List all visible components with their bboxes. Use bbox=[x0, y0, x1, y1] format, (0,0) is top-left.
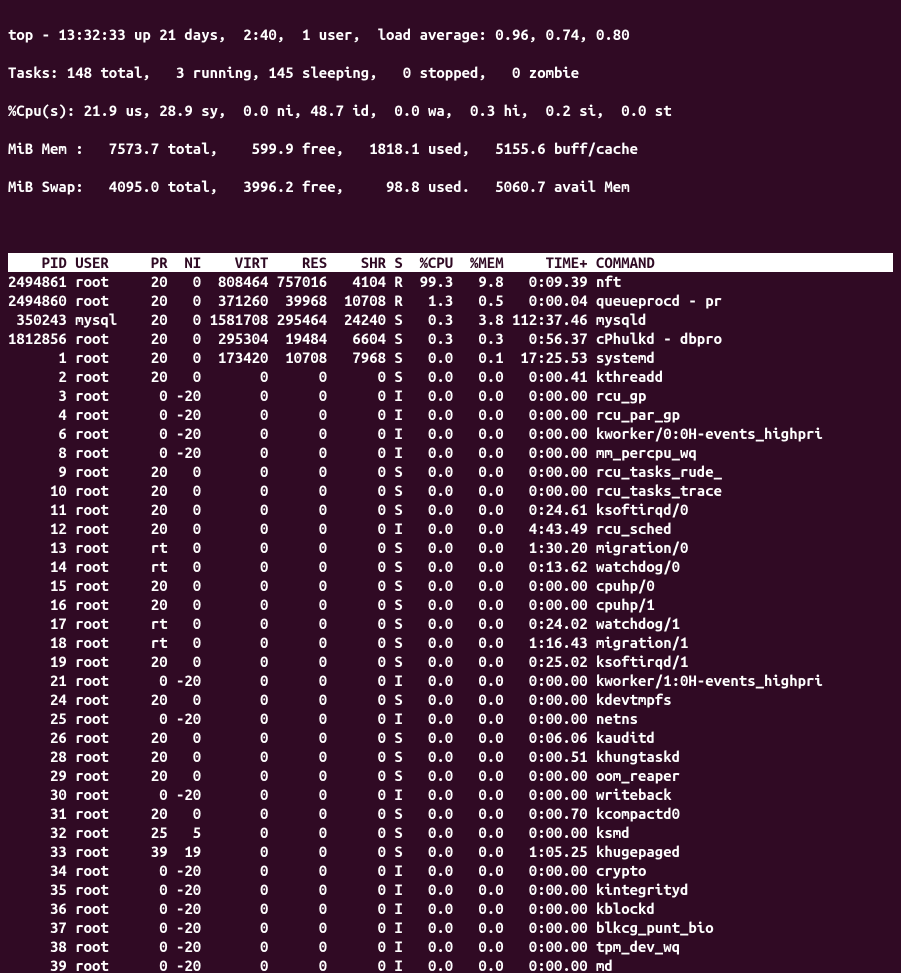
process-row[interactable]: 9 root 20 0 0 0 0 S 0.0 0.0 0:00.00 rcu_… bbox=[8, 462, 893, 481]
summary-line-swap: MiB Swap: 4095.0 total, 3996.2 free, 98.… bbox=[8, 177, 893, 196]
process-row[interactable]: 25 root 0 -20 0 0 0 I 0.0 0.0 0:00.00 ne… bbox=[8, 709, 893, 728]
process-row[interactable]: 18 root rt 0 0 0 0 S 0.0 0.0 1:16.43 mig… bbox=[8, 633, 893, 652]
process-row[interactable]: 1812856 root 20 0 295304 19484 6604 S 0.… bbox=[8, 329, 893, 348]
process-row[interactable]: 13 root rt 0 0 0 0 S 0.0 0.0 1:30.20 mig… bbox=[8, 538, 893, 557]
process-row[interactable]: 26 root 20 0 0 0 0 S 0.0 0.0 0:06.06 kau… bbox=[8, 728, 893, 747]
summary-line-mem: MiB Mem : 7573.7 total, 599.9 free, 1818… bbox=[8, 139, 893, 158]
process-row[interactable]: 29 root 20 0 0 0 0 S 0.0 0.0 0:00.00 oom… bbox=[8, 766, 893, 785]
process-row[interactable]: 33 root 39 19 0 0 0 S 0.0 0.0 1:05.25 kh… bbox=[8, 842, 893, 861]
process-row[interactable]: 14 root rt 0 0 0 0 S 0.0 0.0 0:13.62 wat… bbox=[8, 557, 893, 576]
blank-line bbox=[8, 215, 893, 234]
process-row[interactable]: 31 root 20 0 0 0 0 S 0.0 0.0 0:00.70 kco… bbox=[8, 804, 893, 823]
process-row[interactable]: 24 root 20 0 0 0 0 S 0.0 0.0 0:00.00 kde… bbox=[8, 690, 893, 709]
process-row[interactable]: 16 root 20 0 0 0 0 S 0.0 0.0 0:00.00 cpu… bbox=[8, 595, 893, 614]
process-row[interactable]: 11 root 20 0 0 0 0 S 0.0 0.0 0:24.61 kso… bbox=[8, 500, 893, 519]
terminal-top[interactable]: top - 13:32:33 up 21 days, 2:40, 1 user,… bbox=[0, 0, 901, 973]
process-row[interactable]: 32 root 25 5 0 0 0 S 0.0 0.0 0:00.00 ksm… bbox=[8, 823, 893, 842]
process-row[interactable]: 37 root 0 -20 0 0 0 I 0.0 0.0 0:00.00 bl… bbox=[8, 918, 893, 937]
process-row[interactable]: 36 root 0 -20 0 0 0 I 0.0 0.0 0:00.00 kb… bbox=[8, 899, 893, 918]
process-row[interactable]: 21 root 0 -20 0 0 0 I 0.0 0.0 0:00.00 kw… bbox=[8, 671, 893, 690]
summary-line-tasks: Tasks: 148 total, 3 running, 145 sleepin… bbox=[8, 63, 893, 82]
process-table-body: 2494861 root 20 0 808464 757016 4104 R 9… bbox=[8, 272, 893, 973]
process-row[interactable]: 3 root 0 -20 0 0 0 I 0.0 0.0 0:00.00 rcu… bbox=[8, 386, 893, 405]
process-row[interactable]: 17 root rt 0 0 0 0 S 0.0 0.0 0:24.02 wat… bbox=[8, 614, 893, 633]
summary-line-uptime: top - 13:32:33 up 21 days, 2:40, 1 user,… bbox=[8, 25, 893, 44]
process-row[interactable]: 38 root 0 -20 0 0 0 I 0.0 0.0 0:00.00 tp… bbox=[8, 937, 893, 956]
process-row[interactable]: 19 root 20 0 0 0 0 S 0.0 0.0 0:25.02 kso… bbox=[8, 652, 893, 671]
process-row[interactable]: 6 root 0 -20 0 0 0 I 0.0 0.0 0:00.00 kwo… bbox=[8, 424, 893, 443]
process-row[interactable]: 4 root 0 -20 0 0 0 I 0.0 0.0 0:00.00 rcu… bbox=[8, 405, 893, 424]
process-row[interactable]: 2494861 root 20 0 808464 757016 4104 R 9… bbox=[8, 272, 893, 291]
process-row[interactable]: 8 root 0 -20 0 0 0 I 0.0 0.0 0:00.00 mm_… bbox=[8, 443, 893, 462]
process-row[interactable]: 350243 mysql 20 0 1581708 295464 24240 S… bbox=[8, 310, 893, 329]
process-row[interactable]: 39 root 0 -20 0 0 0 I 0.0 0.0 0:00.00 md bbox=[8, 956, 893, 973]
process-row[interactable]: 15 root 20 0 0 0 0 S 0.0 0.0 0:00.00 cpu… bbox=[8, 576, 893, 595]
summary-line-cpu: %Cpu(s): 21.9 us, 28.9 sy, 0.0 ni, 48.7 … bbox=[8, 101, 893, 120]
process-row[interactable]: 35 root 0 -20 0 0 0 I 0.0 0.0 0:00.00 ki… bbox=[8, 880, 893, 899]
process-row[interactable]: 1 root 20 0 173420 10708 7968 S 0.0 0.1 … bbox=[8, 348, 893, 367]
process-row[interactable]: 34 root 0 -20 0 0 0 I 0.0 0.0 0:00.00 cr… bbox=[8, 861, 893, 880]
process-table-header[interactable]: PID USER PR NI VIRT RES SHR S %CPU %MEM … bbox=[8, 253, 893, 272]
process-row[interactable]: 30 root 0 -20 0 0 0 I 0.0 0.0 0:00.00 wr… bbox=[8, 785, 893, 804]
process-row[interactable]: 2494860 root 20 0 371260 39968 10708 R 1… bbox=[8, 291, 893, 310]
process-row[interactable]: 12 root 20 0 0 0 0 I 0.0 0.0 4:43.49 rcu… bbox=[8, 519, 893, 538]
process-row[interactable]: 28 root 20 0 0 0 0 S 0.0 0.0 0:00.51 khu… bbox=[8, 747, 893, 766]
process-row[interactable]: 2 root 20 0 0 0 0 S 0.0 0.0 0:00.41 kthr… bbox=[8, 367, 893, 386]
process-row[interactable]: 10 root 20 0 0 0 0 S 0.0 0.0 0:00.00 rcu… bbox=[8, 481, 893, 500]
